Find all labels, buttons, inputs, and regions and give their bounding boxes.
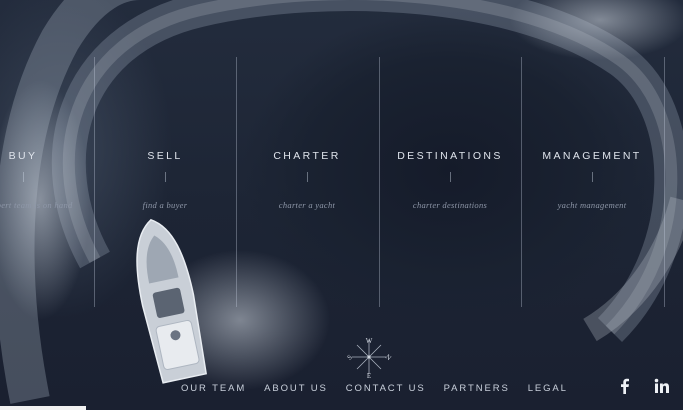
nav-column-buy[interactable]: BUY our expert team is on hand [0, 150, 94, 210]
nav-title-sell[interactable]: SELL [94, 150, 236, 162]
bottom-highlight-bar [0, 406, 86, 410]
nav-subtitle-destinations[interactable]: charter destinations [379, 200, 521, 210]
nav-divider-tick [449, 172, 451, 182]
nav-subtitle-charter[interactable]: charter a yacht [236, 200, 378, 210]
compass-letter-s: S [346, 353, 354, 362]
nav-divider-tick [22, 172, 24, 182]
compass-letter-n: N [384, 353, 392, 362]
footer-link-about-us[interactable]: ABOUT US [264, 383, 328, 394]
nav-subtitle-buy[interactable]: our expert team is on hand [0, 200, 94, 210]
nav-column-sell[interactable]: SELL find a buyer [94, 150, 236, 210]
linkedin-icon[interactable] [653, 377, 671, 395]
nav-title-charter[interactable]: CHARTER [236, 150, 378, 162]
nav-divider-tick [306, 172, 308, 182]
nav-divider-tick [591, 172, 593, 182]
footer-link-our-team[interactable]: OUR TEAM [181, 383, 246, 394]
nav-title-buy[interactable]: BUY [0, 150, 94, 162]
footer-link-contact-us[interactable]: CONTACT US [346, 383, 426, 394]
nav-title-destinations[interactable]: DESTINATIONS [379, 150, 521, 162]
column-divider [664, 57, 665, 307]
nav-column-charter[interactable]: CHARTER charter a yacht [236, 150, 378, 210]
facebook-icon[interactable] [617, 377, 633, 395]
footer-nav: OUR TEAM ABOUT US CONTACT US PARTNERS LE… [181, 383, 586, 394]
footer-link-partners[interactable]: PARTNERS [444, 383, 510, 394]
compass-rose-icon: W N E S [346, 337, 392, 380]
nav-title-management[interactable]: MANAGEMENT [521, 150, 663, 162]
footer-link-legal[interactable]: LEGAL [528, 383, 568, 394]
nav-subtitle-sell[interactable]: find a buyer [94, 200, 236, 210]
nav-column-destinations[interactable]: DESTINATIONS charter destinations [379, 150, 521, 210]
nav-divider-tick [164, 172, 166, 182]
nav-column-management[interactable]: MANAGEMENT yacht management [521, 150, 663, 210]
nav-subtitle-management[interactable]: yacht management [521, 200, 663, 210]
compass-letter-w: W [366, 337, 373, 345]
hero-background: BUY our expert team is on hand SELL find… [0, 0, 683, 410]
compass-letter-e: E [367, 372, 371, 380]
